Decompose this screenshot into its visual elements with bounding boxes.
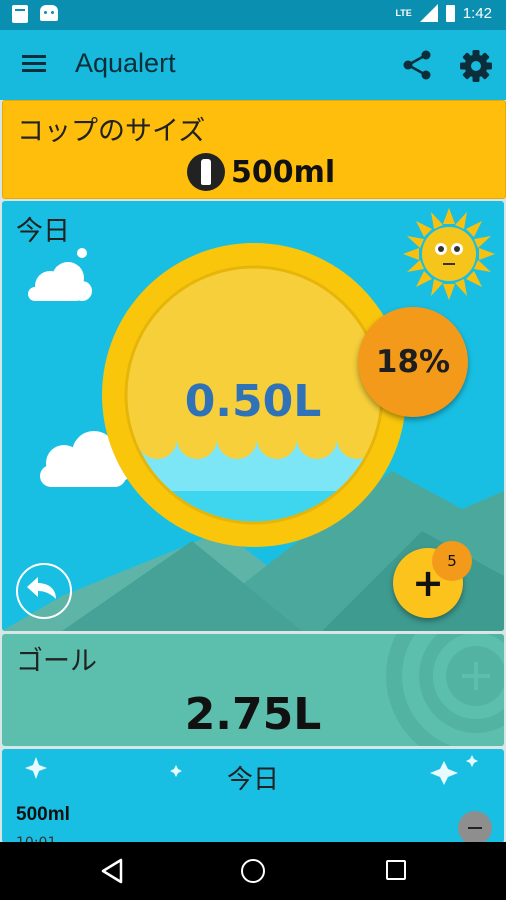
- history-entry-amount: 500ml: [16, 804, 70, 825]
- network-type: LTE: [395, 8, 412, 18]
- battery-icon: [445, 4, 455, 22]
- cloud-icon: [77, 248, 87, 258]
- android-icon: [40, 5, 58, 21]
- goal-card[interactable]: ゴール 2.75L: [2, 634, 504, 746]
- app-bar: Aqualert: [0, 30, 506, 100]
- cloud-icon: [28, 262, 92, 301]
- cup-size-card[interactable]: コップのサイズ 500ml: [2, 100, 506, 199]
- sun-icon: [403, 208, 495, 300]
- sd-card-icon: [12, 5, 28, 23]
- cup-size-value: 500ml: [187, 153, 335, 191]
- pending-count-badge: 5: [432, 541, 472, 581]
- recent-apps-icon[interactable]: [386, 860, 406, 880]
- signal-icon: [419, 4, 438, 22]
- bottle-icon: [187, 153, 225, 191]
- navigation-bar: [0, 842, 506, 900]
- history-card: 今日 500ml 10:01: [2, 749, 504, 843]
- back-icon[interactable]: [99, 857, 125, 885]
- history-label: 今日: [226, 765, 279, 795]
- goal-label: ゴール: [16, 646, 97, 677]
- undo-button[interactable]: [16, 563, 72, 619]
- menu-icon[interactable]: [22, 55, 46, 73]
- undo-icon: [27, 577, 56, 599]
- home-icon[interactable]: [241, 859, 265, 883]
- remove-entry-button[interactable]: [458, 811, 492, 843]
- cup-size-label: コップのサイズ: [17, 116, 206, 147]
- gear-icon[interactable]: [458, 48, 494, 84]
- status-bar: LTE 1:42: [0, 0, 506, 30]
- app-title: Aqualert: [75, 48, 176, 78]
- progress-percent-badge: 18%: [358, 307, 468, 417]
- cup-size-text: 500ml: [231, 154, 336, 190]
- today-label: 今日: [16, 216, 70, 247]
- share-icon[interactable]: [401, 50, 433, 80]
- clock: 1:42: [462, 4, 492, 22]
- goal-value: 2.75L: [184, 689, 322, 740]
